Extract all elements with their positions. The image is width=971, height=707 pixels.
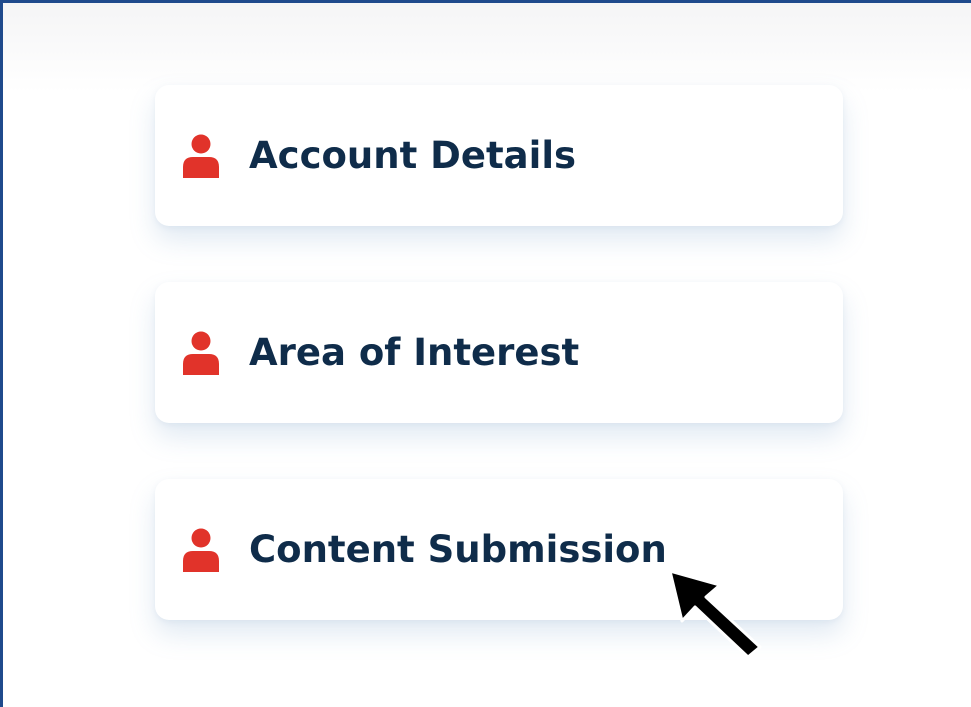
user-icon: [182, 528, 220, 572]
arrow-cursor-icon: [668, 569, 768, 659]
menu-item-area-of-interest[interactable]: Area of Interest: [155, 282, 843, 423]
user-icon: [182, 331, 220, 375]
app-window: Account Details Area of Interest Content…: [0, 0, 971, 707]
menu-item-account-details[interactable]: Account Details: [155, 85, 843, 226]
menu-item-label: Content Submission: [249, 528, 667, 571]
menu-item-label: Area of Interest: [249, 331, 580, 374]
menu-item-label: Account Details: [249, 134, 577, 177]
user-icon: [182, 134, 220, 178]
